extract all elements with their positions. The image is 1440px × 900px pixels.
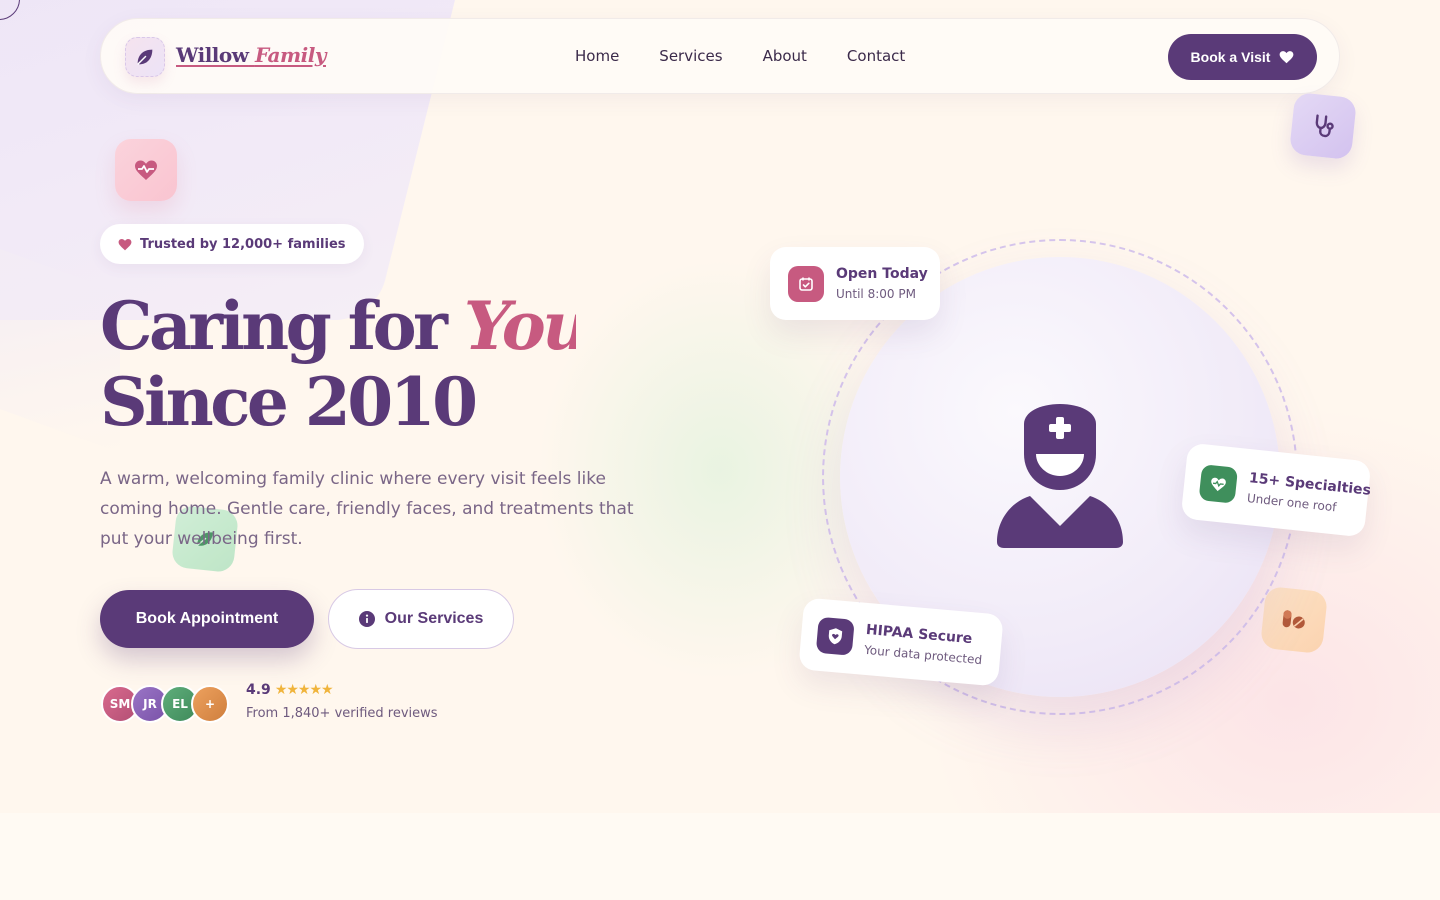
calendar-icon-tile [788,265,824,302]
trust-badge-text: Trusted by 12,000+ families [140,236,346,252]
logo-wordmark[interactable]: Willow Family [176,43,326,67]
shield-icon [828,628,843,645]
star-rating: ★★★★★ [274,682,334,698]
nav-link-contact[interactable]: Contact [847,47,905,65]
open-today-text: Open Today Until 8:00 PM [836,266,928,301]
rating-score: 4.9 [246,682,271,698]
specialties-text: 15+ Specialties Under one roof [1246,470,1371,518]
floating-heart-tile [115,139,177,201]
open-today-title: Open Today [836,266,928,282]
heartbeat-icon [135,160,157,180]
nav-link-services[interactable]: Services [659,47,722,65]
book-visit-label: Book a Visit [1190,49,1271,65]
nav-link-about[interactable]: About [763,47,807,65]
doctor-icon [997,404,1123,548]
book-appointment-button[interactable]: Book Appointment [100,590,314,648]
our-services-label: Our Services [384,610,484,627]
nav-links: Home Services About Contact [575,47,905,65]
headline-accent: You [463,288,576,364]
info-icon [358,611,375,627]
pills-icon [1282,610,1305,629]
hipaa-text: HIPAA Secure Your data protected [864,621,985,666]
hero-description: A warm, welcoming family clinic where ev… [100,469,634,549]
floating-pills-tile [1259,585,1329,655]
stethoscope-icon [1315,114,1334,138]
logo-name: Willow [176,43,249,67]
avatar: + [191,685,229,723]
leaf-icon [137,49,153,65]
hero-headline: Caring for You Since 2010 [100,288,700,440]
calendar-icon [799,277,813,291]
headline-part1: Caring for [100,287,448,365]
heart-icon [118,238,132,250]
heartbeat-icon [1211,477,1226,491]
our-services-button[interactable]: Our Services [328,589,514,649]
open-today-card: Open Today Until 8:00 PM [770,247,940,320]
headline-line-2: Since 2010 [100,363,478,441]
trust-badge: Trusted by 12,000+ families [100,224,364,264]
book-visit-button[interactable]: Book a Visit [1168,34,1317,80]
rating-score-row: 4.9 ★★★★★ [246,682,438,698]
review-avatars: SM JR EL + [101,685,229,723]
open-today-subtitle: Until 8:00 PM [836,287,916,301]
logo-mark[interactable] [125,37,165,77]
rating-block: 4.9 ★★★★★ From 1,840+ verified reviews [246,682,438,721]
logo-name-accent: Family [254,43,327,67]
heart-icon [1280,51,1294,64]
top-nav: Willow Family Home Services About Contac… [100,18,1340,94]
shield-icon-tile [815,616,855,656]
reviews-count: From 1,840+ verified reviews [246,706,438,721]
heartbeat-icon-tile [1198,464,1239,504]
headline-line-1: Caring for You [100,288,700,364]
floating-stethoscope-tile [1288,91,1358,161]
nav-link-home[interactable]: Home [575,47,619,65]
